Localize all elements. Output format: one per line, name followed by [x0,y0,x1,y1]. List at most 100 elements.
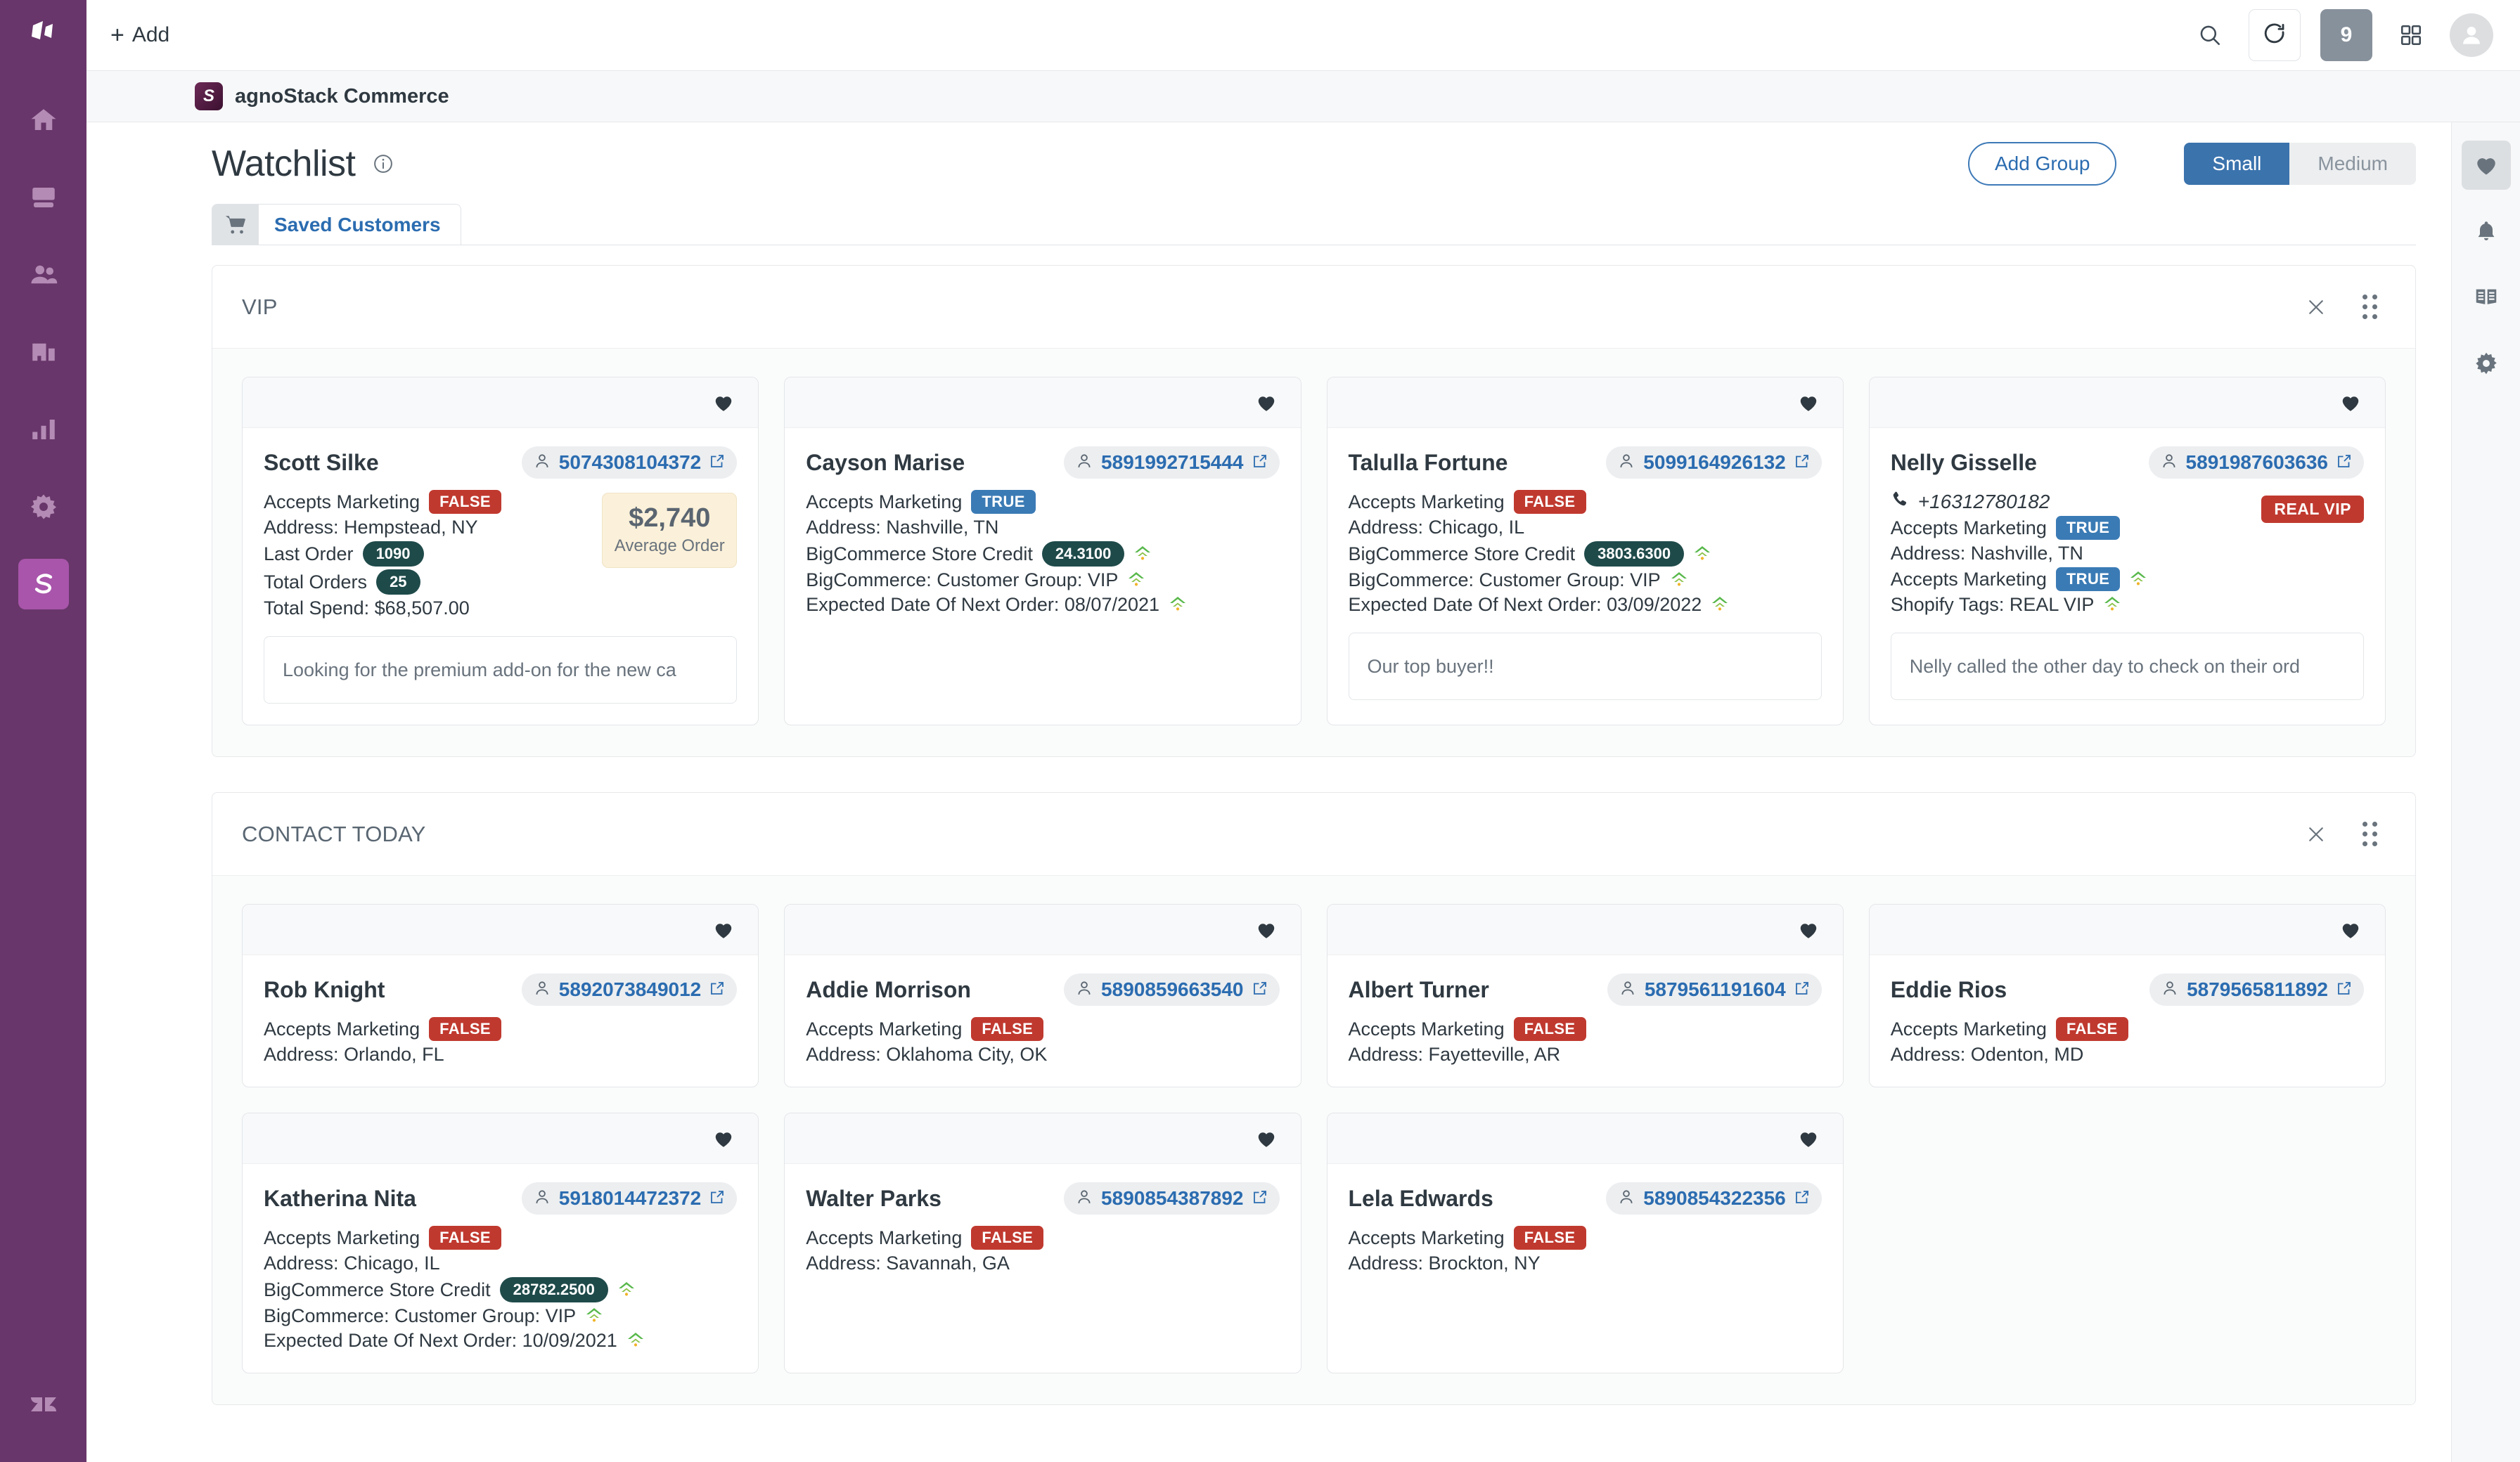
favorite-heart-icon[interactable] [1798,919,1819,940]
customer-id-link[interactable]: 5074308104372 [521,446,738,479]
search-icon[interactable] [2191,16,2229,54]
customer-id-link[interactable]: 5918014472372 [521,1182,738,1215]
card-title-row: Rob Knight 5892073849012 [264,973,738,1006]
customer-id-link[interactable]: 5890854322356 [1606,1182,1822,1215]
status-badge: FALSE [429,1226,501,1250]
card-fields: Accepts Marketing FALSE Address: Chicago, … [264,1226,737,1352]
close-icon[interactable] [2297,288,2335,326]
field-label: Accepts Marketing [806,491,963,512]
size-option-medium[interactable]: Medium [2289,143,2416,185]
group-title: VIP [242,294,278,319]
sync-status-icon [1670,569,1688,591]
sidebar-item-admin-gear[interactable] [18,481,69,532]
customer-id-link[interactable]: 5879561191604 [1607,973,1822,1006]
customer-id-value: 5879561191604 [1644,978,1786,1000]
card-header [243,905,759,955]
customer-card[interactable]: Nelly Gisselle 5891987603636 REAL VIP +1631… [1868,377,2386,725]
heart-icon[interactable] [2461,141,2511,190]
customer-card[interactable]: Eddie Rios 5879565811892 Accepts Marketing… [1868,904,2386,1087]
customer-note-text: Our top buyer!! [1367,655,1494,677]
external-link-icon [1794,980,1811,1000]
add-group-button[interactable]: Add Group [1967,142,2117,186]
customer-card[interactable]: Albert Turner 5879561191604 Accepts Market… [1326,904,1844,1087]
customer-id-link[interactable]: 5891987603636 [2148,446,2364,479]
favorite-heart-icon[interactable] [713,392,734,413]
customer-card[interactable]: Rob Knight 5892073849012 Accepts Marketing… [242,904,759,1087]
sync-status-icon [1133,543,1152,565]
app-logo-letter: S [202,86,214,105]
page-header: Watchlist Add Group Small Medium [86,122,2451,186]
customer-card[interactable]: Talulla Fortune 5099164926132 Accepts Mark… [1326,377,1844,725]
favorite-heart-icon[interactable] [713,1128,734,1149]
person-icon [2160,452,2178,474]
customer-note[interactable]: Our top buyer!! [1348,633,1822,700]
card-body: Cayson Marise 5891992715444 Accepts Market… [785,428,1300,637]
notification-count-badge[interactable]: 9 [2320,9,2372,61]
customer-card[interactable]: Scott Silke 5074308104372 $2,740 Average Or… [242,377,759,725]
favorite-heart-icon[interactable] [2340,392,2361,413]
customer-card[interactable]: Katherina Nita 5918014472372 Accepts Marke… [242,1113,759,1373]
card-title-row: Nelly Gisselle 5891987603636 [1891,446,2364,479]
customer-card[interactable]: Walter Parks 5890854387892 Accepts Marketi… [784,1113,1301,1373]
favorite-heart-icon[interactable] [713,919,734,940]
drag-handle-icon[interactable] [2351,815,2389,853]
refresh-button[interactable] [2249,9,2301,61]
status-badge: TRUE [2055,567,2121,591]
avatar[interactable] [2450,13,2493,57]
customer-note[interactable]: Looking for the premium add-on for the n… [264,636,738,704]
customer-card[interactable]: Cayson Marise 5891992715444 Accepts Market… [784,377,1301,725]
favorite-heart-icon[interactable] [1256,919,1277,940]
customer-card[interactable]: Addie Morrison 5890859663540 Accepts Marke… [784,904,1301,1087]
vip-badge: REAL VIP [2261,496,2364,523]
favorite-heart-icon[interactable] [2340,919,2361,940]
card-field-line: Address: Oklahoma City, OK [806,1044,1279,1066]
customer-name: Albert Turner [1348,976,1489,1002]
field-label: BigCommerce: Customer Group: VIP [806,569,1119,590]
zendesk-logo-icon[interactable] [18,1379,69,1430]
customer-note[interactable]: Nelly called the other day to check on t… [1890,633,2364,700]
favorite-heart-icon[interactable] [1798,1128,1819,1149]
customer-id-link[interactable]: 5890859663540 [1064,973,1280,1006]
card-header [785,905,1301,955]
field-label: Expected Date Of Next Order: 10/09/2021 [264,1330,617,1351]
card-field-line: Address: Savannah, GA [806,1253,1279,1274]
sidebar-item-agnostack-app[interactable] [18,559,69,609]
close-icon[interactable] [2297,815,2335,853]
drag-handle-icon[interactable] [2351,288,2389,326]
add-button[interactable]: + Add [110,23,169,47]
tab-label: Saved Customers [274,214,441,235]
sidebar-item-views[interactable] [18,172,69,223]
customer-id-link[interactable]: 5879565811892 [2149,973,2364,1006]
customer-id-link[interactable]: 5890854387892 [1064,1182,1280,1215]
add-button-label: Add [131,23,170,46]
favorite-heart-icon[interactable] [1798,392,1819,413]
field-label: Address: Chicago, IL [1348,517,1525,538]
sidebar-item-customers[interactable] [18,250,69,300]
external-link-icon [1252,980,1268,1000]
gear-icon[interactable] [2462,339,2511,388]
sidebar-item-organizations[interactable] [18,327,69,377]
card-header [1869,905,2385,955]
size-option-small[interactable]: Small [2184,143,2290,185]
card-field-line: Accepts Marketing FALSE [264,1226,737,1250]
info-icon[interactable] [373,153,394,174]
tab-saved-customers[interactable]: Saved Customers [212,204,461,245]
sidebar-item-home[interactable] [18,95,69,145]
favorite-heart-icon[interactable] [1256,1128,1277,1149]
external-link-icon [2336,980,2353,1000]
apps-grid-icon[interactable] [2392,16,2430,54]
sidebar-item-reporting[interactable] [18,404,69,455]
customer-id-link[interactable]: 5892073849012 [521,973,738,1006]
bell-icon[interactable] [2462,207,2511,256]
card-body: Addie Morrison 5890859663540 Accepts Marke… [785,955,1300,1087]
customer-id-link[interactable]: 5099164926132 [1606,446,1822,479]
person-icon [1619,979,1637,1001]
watchlist-scroll-area[interactable]: VIP Scott Silke 5074308104372 $2,740 Average… [86,245,2451,1462]
card-fields: Accepts Marketing FALSE Address: Orlando, … [264,1017,737,1066]
customer-card[interactable]: Lela Edwards 5890854322356 Accepts Marketi… [1326,1113,1844,1373]
field-label: Accepts Marketing [1348,491,1505,512]
favorite-heart-icon[interactable] [1256,392,1277,413]
book-icon[interactable] [2462,273,2511,322]
person-icon [533,979,551,1001]
customer-id-link[interactable]: 5891992715444 [1064,446,1280,479]
